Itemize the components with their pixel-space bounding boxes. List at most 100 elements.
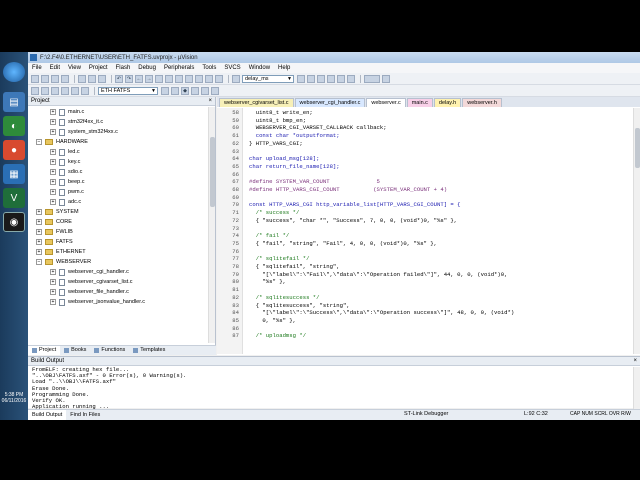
expand-icon[interactable]: + bbox=[50, 149, 56, 155]
kill-breakpoints-icon[interactable] bbox=[347, 74, 355, 83]
menu-project[interactable]: Project bbox=[89, 65, 108, 71]
menu-view[interactable]: View bbox=[68, 65, 81, 71]
tree-folder[interactable]: + FATFS bbox=[28, 237, 208, 247]
tab-functions[interactable]: Functions bbox=[90, 346, 129, 355]
copy-icon[interactable] bbox=[88, 74, 96, 83]
expand-icon[interactable]: + bbox=[50, 109, 56, 115]
editor-tab[interactable]: webserver.h bbox=[462, 98, 502, 107]
close-icon[interactable]: × bbox=[633, 357, 637, 366]
find-combo[interactable]: delay_ms ▼ bbox=[242, 74, 294, 83]
tree-file[interactable]: + webserver_file_handler.c bbox=[28, 287, 208, 297]
tree-file[interactable]: + adc.c bbox=[28, 197, 208, 207]
nav-back-icon[interactable]: ← bbox=[135, 74, 143, 83]
bookmark-prev-icon[interactable] bbox=[165, 74, 173, 83]
expand-icon[interactable]: + bbox=[50, 129, 56, 135]
menu-edit[interactable]: Edit bbox=[50, 65, 60, 71]
run-environment-icon[interactable] bbox=[211, 86, 219, 95]
open-file-icon[interactable] bbox=[41, 74, 49, 83]
expand-icon[interactable]: + bbox=[36, 229, 42, 235]
tree-folder[interactable]: + FWLIB bbox=[28, 227, 208, 237]
code-area[interactable]: 58 uint8_t write_en; 59 uint8_t bmp_en; 60… bbox=[217, 108, 633, 354]
build-icon[interactable] bbox=[41, 86, 49, 95]
bookmark-next-icon[interactable] bbox=[175, 74, 183, 83]
incremental-find-icon[interactable] bbox=[307, 74, 315, 83]
tree-folder[interactable]: − WEBSERVER bbox=[28, 257, 208, 267]
app-taskbar-icon-2[interactable]: ▦ bbox=[3, 164, 25, 184]
tree-folder[interactable]: + SYSTEM bbox=[28, 207, 208, 217]
disable-breakpoint-icon[interactable] bbox=[337, 74, 345, 83]
tree-file[interactable]: + key.c bbox=[28, 157, 208, 167]
expand-icon[interactable]: + bbox=[50, 199, 56, 205]
collapse-icon[interactable]: − bbox=[36, 139, 42, 145]
menu-svcs[interactable]: SVCS bbox=[224, 65, 240, 71]
taskbar-clock[interactable]: 5:38 PM 06/11/2016 bbox=[0, 392, 28, 404]
save-all-icon[interactable] bbox=[61, 74, 69, 83]
expand-icon[interactable]: + bbox=[50, 159, 56, 165]
tab-find-in-files[interactable]: Find In Files bbox=[66, 410, 104, 420]
expand-icon[interactable]: + bbox=[50, 189, 56, 195]
expand-icon[interactable]: + bbox=[50, 299, 56, 305]
editor-tab[interactable]: webserver_cgivarset_list.c bbox=[219, 98, 294, 107]
tree-file[interactable]: + webserver_jsonvalue_handler.c bbox=[28, 297, 208, 307]
menu-help[interactable]: Help bbox=[278, 65, 290, 71]
save-icon[interactable] bbox=[51, 74, 59, 83]
expand-icon[interactable]: + bbox=[36, 239, 42, 245]
new-file-icon[interactable] bbox=[31, 74, 39, 83]
tree-file[interactable]: + sdio.c bbox=[28, 167, 208, 177]
rebuild-icon[interactable] bbox=[51, 86, 59, 95]
menu-file[interactable]: File bbox=[32, 65, 42, 71]
editor-tab[interactable]: delay.h bbox=[433, 98, 462, 107]
batch-build-icon[interactable] bbox=[61, 86, 69, 95]
scroll-thumb[interactable] bbox=[635, 128, 640, 168]
tab-build-output[interactable]: Build Output bbox=[28, 410, 67, 420]
editor-tab[interactable]: webserver_cgi_handler.c bbox=[294, 98, 366, 107]
menu-flash[interactable]: Flash bbox=[116, 65, 131, 71]
menu-tools[interactable]: Tools bbox=[202, 65, 216, 71]
expand-icon[interactable]: + bbox=[50, 279, 56, 285]
menu-window[interactable]: Window bbox=[249, 65, 270, 71]
find-icon[interactable] bbox=[297, 74, 305, 83]
tab-templates[interactable]: Templates bbox=[129, 346, 169, 355]
bookmark-icon[interactable] bbox=[155, 74, 163, 83]
collapse-icon[interactable]: − bbox=[36, 259, 42, 265]
editor-tab[interactable]: main.c bbox=[406, 98, 433, 107]
menu-peripherals[interactable]: Peripherals bbox=[164, 65, 194, 71]
chrome-taskbar-icon[interactable]: ● bbox=[3, 140, 25, 160]
pack-installer-icon[interactable] bbox=[201, 86, 209, 95]
window-layout-icon[interactable] bbox=[364, 74, 380, 83]
tree-folder[interactable]: + ETHERNET bbox=[28, 247, 208, 257]
explorer-taskbar-icon[interactable]: ▤ bbox=[3, 92, 25, 112]
stop-build-icon[interactable] bbox=[71, 86, 79, 95]
manage-components-icon[interactable]: ◆ bbox=[181, 86, 189, 95]
tree-file[interactable]: + stm32f4xx_it.c bbox=[28, 117, 208, 127]
undo-icon[interactable]: ↶ bbox=[115, 74, 123, 83]
expand-icon[interactable]: + bbox=[50, 119, 56, 125]
select-software-packs-icon[interactable] bbox=[191, 86, 199, 95]
expand-icon[interactable]: + bbox=[50, 179, 56, 185]
editor-scrollbar[interactable] bbox=[633, 108, 640, 354]
find-in-files-icon[interactable] bbox=[232, 74, 240, 83]
tree-folder[interactable]: − HARDWARE bbox=[28, 137, 208, 147]
unindent-icon[interactable] bbox=[195, 74, 203, 83]
target-combo[interactable]: ETH FATFS ▼ bbox=[98, 86, 158, 95]
build-scrollbar[interactable] bbox=[633, 367, 640, 409]
expand-icon[interactable]: + bbox=[50, 169, 56, 175]
expand-icon[interactable]: + bbox=[36, 219, 42, 225]
expand-icon[interactable]: + bbox=[36, 249, 42, 255]
uvision-taskbar-icon[interactable]: ◉ bbox=[3, 212, 25, 232]
tree-file[interactable]: + webserver_cgi_handler.c bbox=[28, 267, 208, 277]
translate-icon[interactable] bbox=[31, 86, 39, 95]
tree-file[interactable]: + webserver_cgivarset_list.c bbox=[28, 277, 208, 287]
configure-icon[interactable] bbox=[382, 74, 390, 83]
tree-file[interactable]: + system_stm32f4xx.c bbox=[28, 127, 208, 137]
editor-tab[interactable]: webserver.c bbox=[366, 98, 406, 107]
comment-icon[interactable] bbox=[205, 74, 213, 83]
tree-file[interactable]: + pwm.c bbox=[28, 187, 208, 197]
debug-session-icon[interactable] bbox=[317, 74, 325, 83]
nav-forward-icon[interactable]: → bbox=[145, 74, 153, 83]
breakpoint-icon[interactable] bbox=[327, 74, 335, 83]
tab-books[interactable]: Books bbox=[60, 346, 90, 355]
tree-file[interactable]: + beep.c bbox=[28, 177, 208, 187]
app-taskbar-icon-3[interactable]: V bbox=[3, 188, 25, 208]
tree-folder[interactable]: + CORE bbox=[28, 217, 208, 227]
